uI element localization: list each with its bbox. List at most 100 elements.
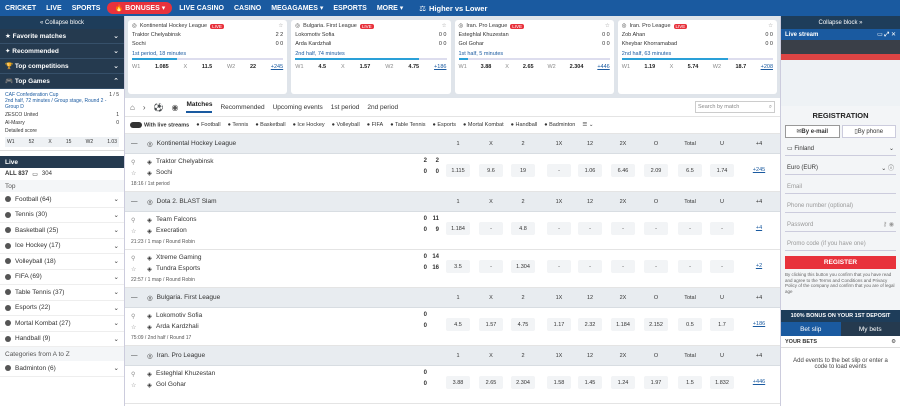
collapse-left-button[interactable]: « Collapse block — [0, 16, 124, 29]
sport-tab[interactable]: ● Football — [196, 122, 220, 128]
collapse-icon[interactable]: — — [131, 294, 138, 301]
home-icon[interactable]: ⌂ — [130, 103, 135, 112]
tab-1st-period[interactable]: 1st period — [331, 104, 360, 111]
collapse-right-button[interactable]: Collapse block » — [781, 16, 900, 29]
odd-value[interactable]: 1.085 — [155, 64, 169, 70]
sport-tab[interactable]: ● Mortal Kombat — [463, 122, 504, 128]
odd-button[interactable]: - — [644, 260, 668, 273]
featured-match-card[interactable]: ◎ Bulgaria. First League LIVE ☆ Lokomotiv So… — [291, 20, 451, 94]
event-row[interactable]: ⚲ ☆ ◈ Team Falcons ◈ Execration 0 11 0 9 21:23 / 1… — [125, 212, 780, 250]
odd-button[interactable]: 3.5 — [446, 260, 470, 273]
odd-value[interactable]: 11.5 — [202, 64, 212, 70]
odd-button[interactable]: 4.5 — [446, 318, 470, 331]
more-sports-icon[interactable]: ☰ ⌄ — [582, 122, 593, 128]
currency-select[interactable]: Euro (EUR) ⌄ ⓘ — [785, 161, 896, 175]
phone-field[interactable]: Phone number (optional) — [785, 199, 896, 213]
sport-tab[interactable]: ● Tennis — [228, 122, 249, 128]
country-select[interactable]: ▭ Finland ⌄ — [785, 142, 896, 156]
pin-icon[interactable]: ⚲ — [131, 159, 135, 166]
nav-bonuses[interactable]: 🔥 BONUSES ▾ — [107, 2, 173, 14]
signal-icon[interactable]: ◉ — [171, 103, 178, 112]
sport-item[interactable]: Table Tennis (37) ⌄ — [0, 285, 124, 301]
live-streams-toggle[interactable]: With live streams — [130, 121, 189, 128]
top-competitions[interactable]: 🏆 Top competitions ⌄ — [0, 59, 124, 74]
settings-icon[interactable]: ⚙ — [891, 339, 896, 345]
sport-tab[interactable]: ● Volleyball — [332, 122, 360, 128]
odd-button[interactable]: - — [547, 222, 571, 235]
odd-value[interactable]: 1.19 — [644, 64, 655, 70]
pin-icon[interactable]: ⚲ — [131, 313, 135, 320]
sport-tab[interactable]: ● Badminton — [544, 122, 575, 128]
higher-lower-link[interactable]: ⚖ Higher vs Lower — [414, 4, 492, 13]
star-icon[interactable]: ☆ — [131, 324, 136, 331]
odd-button[interactable]: 2.65 — [479, 376, 503, 389]
sport-item[interactable]: Mortal Kombat (27) ⌄ — [0, 316, 124, 332]
tab-2nd-period[interactable]: 2nd period — [367, 104, 398, 111]
sport-item[interactable]: Basketball (25) ⌄ — [0, 223, 124, 239]
odd-button[interactable]: 0.5 — [678, 318, 702, 331]
odd-button[interactable]: - — [578, 222, 602, 235]
sport-item[interactable]: Esports (22) ⌄ — [0, 300, 124, 316]
odd-button[interactable]: - — [710, 260, 734, 273]
odd-button[interactable]: 2.32 — [578, 318, 602, 331]
star-icon[interactable]: ☆ — [768, 23, 773, 29]
star-icon[interactable]: ☆ — [131, 266, 136, 273]
event-row[interactable]: ⚲ ☆ ◈ Xtreme Gaming ◈ Tundra Esports 0 14 0 16 22:… — [125, 250, 780, 288]
odd-value[interactable]: 22 — [250, 64, 256, 70]
odd-button[interactable]: 3.88 — [446, 376, 470, 389]
odd-button[interactable]: 9.6 — [479, 164, 503, 177]
odd-button[interactable]: - — [479, 222, 503, 235]
odd-button[interactable]: 1.7 — [710, 318, 734, 331]
sport-item[interactable]: Ice Hockey (17) ⌄ — [0, 238, 124, 254]
featured-match-card[interactable]: ◎ Kontinental Hockey League LIVE ☆ Traktor C… — [128, 20, 288, 94]
odd-button[interactable]: - — [644, 222, 668, 235]
collapse-icon[interactable]: — — [131, 198, 138, 205]
tg-odd[interactable]: 52 — [29, 139, 35, 145]
star-icon[interactable]: ☆ — [131, 170, 136, 177]
odd-value[interactable]: 4.5 — [318, 64, 326, 70]
odd-button[interactable]: 6.5 — [678, 164, 702, 177]
sport-item[interactable]: Volleyball (18) ⌄ — [0, 254, 124, 270]
sport-tab[interactable]: ● Table Tennis — [390, 122, 425, 128]
sport-item-badminton[interactable]: Badminton (6) ⌄ — [0, 361, 124, 377]
odd-button[interactable]: 1.45 — [578, 376, 602, 389]
tab-recommended[interactable]: Recommended — [220, 104, 264, 111]
odd-value[interactable]: 4.75 — [408, 64, 419, 70]
tab-bet-slip[interactable]: Bet slip — [781, 322, 841, 336]
odd-button[interactable]: 6.46 — [611, 164, 635, 177]
promo-field[interactable]: Promo code (if you have one) — [785, 237, 896, 251]
featured-match-card[interactable]: ◎ Iran. Pro League LIVE ☆ Esteghlal Khuzesta… — [454, 20, 614, 94]
odd-button[interactable]: - — [611, 222, 635, 235]
odd-button[interactable]: 4.75 — [511, 318, 535, 331]
key-icon[interactable]: ⚷ ◉ — [883, 221, 894, 228]
odd-button[interactable]: - — [479, 260, 503, 273]
odd-value[interactable]: 2.304 — [570, 64, 584, 70]
live-stream-video[interactable] — [781, 40, 900, 106]
odd-button[interactable]: 1.17 — [547, 318, 571, 331]
tab-by-phone[interactable]: ▯ By phone — [841, 125, 896, 138]
more-markets[interactable]: +245 — [271, 64, 283, 70]
nav-cricket[interactable]: CRICKET — [0, 5, 41, 12]
odd-button[interactable]: 4.8 — [511, 222, 535, 235]
tg-detailed-score[interactable]: Detailed score — [5, 128, 119, 134]
odd-value[interactable]: 5.74 — [688, 64, 699, 70]
odd-button[interactable]: 1.74 — [710, 164, 734, 177]
all-live[interactable]: ALL 837 ▭ 304 — [0, 168, 124, 180]
odd-button[interactable]: 1.304 — [511, 260, 535, 273]
nav-esports[interactable]: ESPORTS — [328, 5, 371, 12]
nav-casino[interactable]: CASINO — [229, 5, 266, 12]
tab-matches[interactable]: Matches — [186, 101, 213, 113]
more-markets[interactable]: +446 — [749, 379, 769, 385]
star-icon[interactable]: ☆ — [605, 23, 610, 29]
odd-button[interactable]: 1.58 — [547, 376, 571, 389]
sport-tab[interactable]: ● Basketball — [255, 122, 285, 128]
top-game-card[interactable]: CAF Confederation Cup 1 / 5 2nd half, 72 … — [0, 89, 124, 151]
more-markets[interactable]: +2 — [749, 263, 769, 269]
recommended-section[interactable]: ✦ Recommended ⌄ — [0, 44, 124, 59]
odd-button[interactable]: 2.152 — [644, 318, 668, 331]
star-icon[interactable]: ☆ — [278, 23, 283, 29]
odd-button[interactable]: 2.304 — [511, 376, 535, 389]
star-icon[interactable]: ☆ — [442, 23, 447, 29]
league-header[interactable]: — ◎ Kontinental Hockey League 1 X 2 1X 12 2X O Tot… — [125, 134, 780, 154]
odd-button[interactable]: 1.115 — [446, 164, 470, 177]
